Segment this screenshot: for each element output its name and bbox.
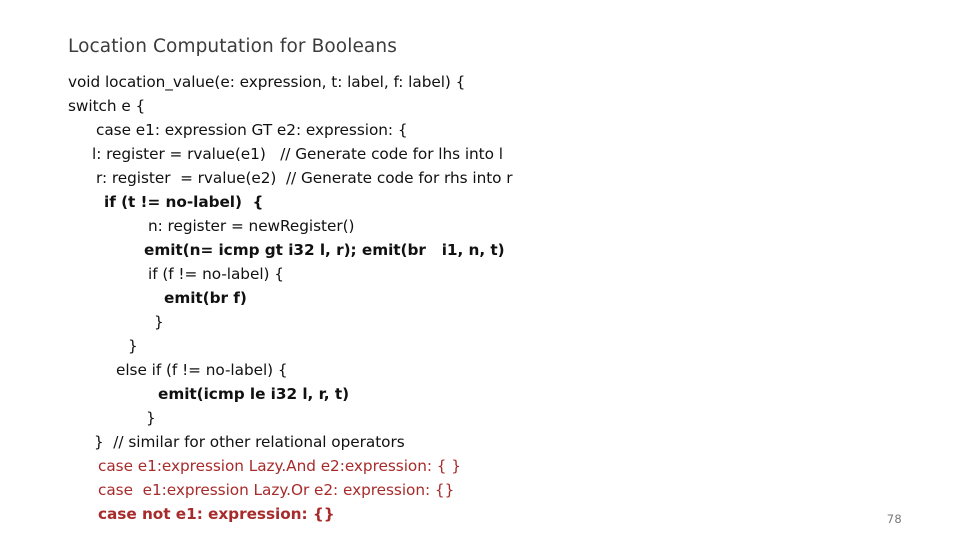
code-line: emit(br f) (164, 289, 247, 307)
code-line: } // similar for other relational operat… (94, 433, 405, 451)
code-line: case e1: expression GT e2: expression: { (96, 121, 408, 139)
page-title: Location Computation for Booleans (68, 36, 397, 57)
code-line: } (154, 313, 164, 331)
code-line: r: register = rvalue(e2) // Generate cod… (96, 169, 513, 187)
code-line: } (146, 409, 156, 427)
code-line: case e1:expression Lazy.And e2:expressio… (98, 457, 461, 475)
code-line: if (f != no-label) { (148, 265, 284, 283)
slide-canvas: Location Computation for Booleans void l… (0, 0, 960, 540)
page-number: 78 (886, 512, 902, 526)
code-line: if (t != no-label) { (104, 193, 264, 211)
code-line: n: register = newRegister() (148, 217, 355, 235)
code-line: else if (f != no-label) { (116, 361, 288, 379)
code-line: l: register = rvalue(e1) // Generate cod… (92, 145, 503, 163)
code-line: } (128, 337, 138, 355)
code-block: void location_value(e: expression, t: la… (68, 70, 928, 526)
code-line: case not e1: expression: {} (98, 505, 335, 523)
code-line: void location_value(e: expression, t: la… (68, 73, 466, 91)
code-line: switch e { (68, 97, 146, 115)
code-line: case e1:expression Lazy.Or e2: expressio… (98, 481, 455, 499)
code-line: emit(n= icmp gt i32 l, r); emit(br i1, n… (144, 241, 505, 259)
code-line: emit(icmp le i32 l, r, t) (158, 385, 350, 403)
